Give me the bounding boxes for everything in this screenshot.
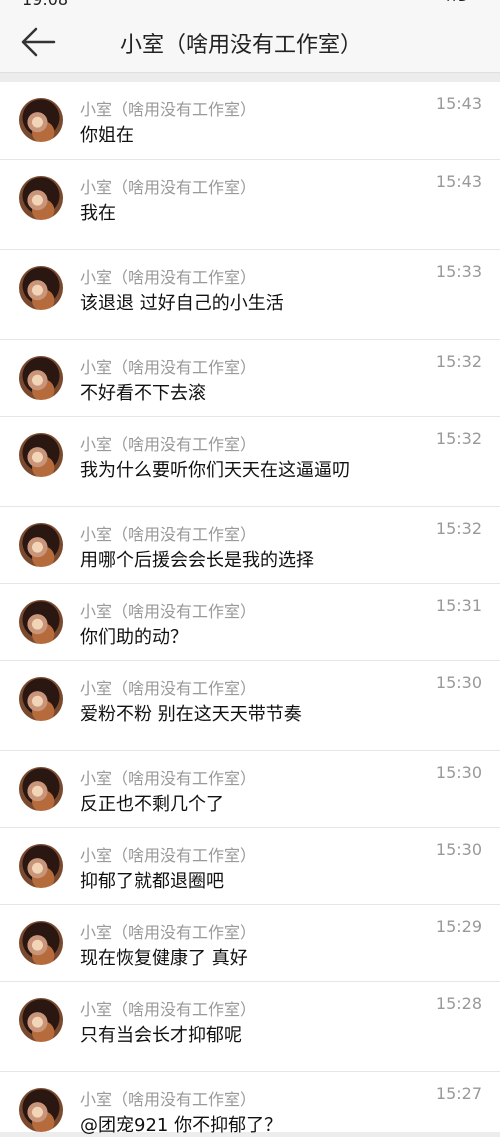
- message-item[interactable]: 小室（啥用没有工作室） 15:32 用哪个后援会会长是我的选择: [0, 507, 500, 584]
- status-time: 19:08: [22, 0, 68, 9]
- sender-name: 小室（啥用没有工作室）: [80, 1000, 257, 1019]
- message-text: 你们助的动？: [80, 627, 188, 648]
- avatar[interactable]: [19, 523, 63, 567]
- sender-name: 小室（啥用没有工作室）: [80, 178, 257, 197]
- message-time: 15:31: [435, 596, 482, 615]
- avatar[interactable]: [19, 844, 63, 888]
- message-text: @团宠921 你不抑郁了？: [80, 1115, 283, 1136]
- message-item[interactable]: 小室（啥用没有工作室） 15:32 不好看不下去滚: [0, 340, 500, 417]
- arrow-left-icon: [21, 27, 56, 57]
- message-time: 15:30: [435, 763, 482, 782]
- avatar[interactable]: [19, 176, 63, 220]
- avatar[interactable]: [19, 266, 63, 310]
- message-time: 15:32: [435, 352, 482, 371]
- message-text: 我为什么要听你们天天在这逼逼叨: [80, 460, 350, 481]
- avatar[interactable]: [19, 998, 63, 1042]
- message-time: 15:32: [435, 429, 482, 448]
- avatar[interactable]: [19, 98, 63, 142]
- message-item[interactable]: 小室（啥用没有工作室） 15:43 我在: [0, 160, 500, 250]
- message-item[interactable]: 小室（啥用没有工作室） 15:27 @团宠921 你不抑郁了？: [0, 1072, 500, 1136]
- sender-name: 小室（啥用没有工作室）: [80, 100, 257, 119]
- sender-name: 小室（啥用没有工作室）: [80, 679, 257, 698]
- message-time: 15:29: [435, 917, 482, 936]
- message-item[interactable]: 小室（啥用没有工作室） 15:30 爱粉不粉 别在这天天带节奏: [0, 661, 500, 751]
- message-text: 不好看不下去滚: [80, 383, 206, 404]
- message-text: 爱粉不粉 别在这天天带节奏: [80, 704, 302, 725]
- message-time: 15:27: [435, 1084, 482, 1103]
- avatar[interactable]: [19, 600, 63, 644]
- message-text: 现在恢复健康了 真好: [80, 948, 248, 969]
- avatar[interactable]: [19, 356, 63, 400]
- message-item[interactable]: 小室（啥用没有工作室） 15:29 现在恢复健康了 真好: [0, 905, 500, 982]
- avatar[interactable]: [19, 767, 63, 811]
- message-time: 15:28: [435, 994, 482, 1013]
- sender-name: 小室（啥用没有工作室）: [80, 602, 257, 621]
- message-text: 抑郁了就都退圈吧: [80, 871, 224, 892]
- message-text: 只有当会长才抑郁呢: [80, 1025, 242, 1046]
- message-text: 你姐在: [80, 125, 134, 146]
- message-text: 该退退 过好自己的小生活: [80, 293, 284, 314]
- message-item[interactable]: 小室（啥用没有工作室） 15:43 你姐在: [0, 82, 500, 160]
- message-item[interactable]: 小室（啥用没有工作室） 15:31 你们助的动？: [0, 584, 500, 661]
- message-item[interactable]: 小室（啥用没有工作室） 15:33 该退退 过好自己的小生活: [0, 250, 500, 340]
- message-time: 15:43: [435, 172, 482, 191]
- message-time: 15:30: [435, 673, 482, 692]
- sender-name: 小室（啥用没有工作室）: [80, 435, 257, 454]
- page-title: 小室（啥用没有工作室）: [120, 33, 363, 58]
- sender-name: 小室（啥用没有工作室）: [80, 923, 257, 942]
- message-item[interactable]: 小室（啥用没有工作室） 15:30 反正也不剩几个了: [0, 751, 500, 828]
- message-item[interactable]: 小室（啥用没有工作室） 15:28 只有当会长才抑郁呢: [0, 982, 500, 1072]
- message-text: 反正也不剩几个了: [80, 794, 224, 815]
- sender-name: 小室（啥用没有工作室）: [80, 846, 257, 865]
- message-item[interactable]: 小室（啥用没有工作室） 15:32 我为什么要听你们天天在这逼逼叨: [0, 417, 500, 507]
- message-time: 15:30: [435, 840, 482, 859]
- message-time: 15:43: [435, 94, 482, 113]
- sender-name: 小室（啥用没有工作室）: [80, 358, 257, 377]
- back-button[interactable]: [18, 24, 58, 60]
- avatar[interactable]: [19, 433, 63, 477]
- sender-name: 小室（啥用没有工作室）: [80, 525, 257, 544]
- network-indicator: HD: [446, 0, 470, 5]
- message-item[interactable]: 小室（啥用没有工作室） 15:30 抑郁了就都退圈吧: [0, 828, 500, 905]
- sender-name: 小室（啥用没有工作室）: [80, 268, 257, 287]
- avatar[interactable]: [19, 1088, 63, 1132]
- message-text: 用哪个后援会会长是我的选择: [80, 550, 314, 571]
- sender-name: 小室（啥用没有工作室）: [80, 1090, 257, 1109]
- sender-name: 小室（啥用没有工作室）: [80, 769, 257, 788]
- nav-bar: 小室（啥用没有工作室）: [0, 10, 500, 72]
- avatar[interactable]: [19, 921, 63, 965]
- message-text: 我在: [80, 203, 116, 224]
- message-time: 15:32: [435, 519, 482, 538]
- avatar[interactable]: [19, 677, 63, 721]
- message-time: 15:33: [435, 262, 482, 281]
- status-bar: 19:08 HD: [0, 0, 500, 10]
